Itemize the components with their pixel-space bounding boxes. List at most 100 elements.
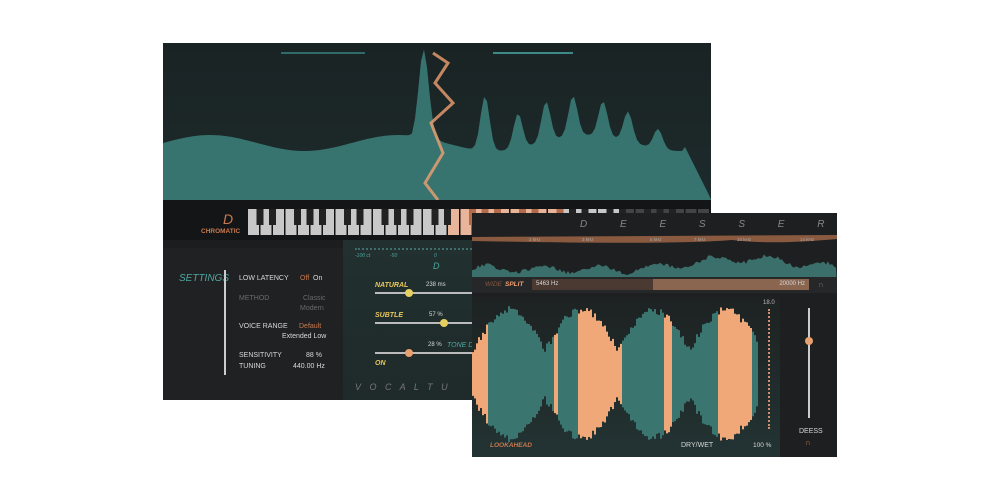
waveform-bar: [668, 316, 670, 432]
subtle-slider-handle[interactable]: [440, 319, 448, 327]
method-classic[interactable]: Classic: [303, 295, 326, 302]
waveform-bar: [756, 342, 758, 407]
waveform-bar: [514, 309, 516, 439]
black-key: [344, 209, 351, 225]
freq-tick: 7 kHz: [694, 237, 706, 242]
drywet-value[interactable]: 100 %: [753, 442, 771, 449]
waveform-bar: [682, 336, 684, 412]
method-label: METHOD: [239, 295, 269, 302]
headphones-icon[interactable]: ∩: [818, 280, 824, 289]
black-key: [444, 209, 451, 225]
waveform-bar: [690, 350, 692, 399]
waveform-bar: [738, 314, 740, 434]
waveform-bar: [552, 337, 554, 411]
waveform-bar: [698, 337, 700, 411]
low-latency-on[interactable]: On: [313, 275, 322, 282]
vocal-tuner-title: V O C A L T U: [355, 382, 451, 392]
waveform-bar: [542, 349, 544, 400]
waveform-bar: [494, 319, 496, 428]
waveform-bar: [634, 326, 636, 422]
sensitivity-value[interactable]: 88 %: [306, 352, 322, 359]
waveform-bar: [556, 333, 558, 414]
waveform-bar: [612, 339, 614, 409]
waveform-bar: [636, 319, 638, 429]
waveform-bar: [526, 324, 528, 425]
waveform-bar: [616, 351, 618, 398]
waveform-bar: [480, 340, 482, 408]
waveform-bar: [524, 321, 526, 428]
waveform-bar: [472, 352, 474, 396]
waveform-bar: [496, 315, 498, 433]
deess-slider[interactable]: [808, 308, 810, 418]
waveform-bar: [666, 315, 668, 434]
black-key: [357, 209, 364, 225]
lookahead-button[interactable]: LOOKAHEAD: [490, 442, 532, 449]
waveform-bar: [700, 333, 702, 416]
waveform-bar: [486, 325, 488, 424]
waveform-bar: [622, 341, 624, 408]
split-high-value[interactable]: 20000 Hz: [779, 281, 805, 287]
tone-on-toggle[interactable]: ON: [375, 360, 386, 367]
voice-range-default[interactable]: Default: [299, 323, 321, 330]
subtle-slider[interactable]: [375, 322, 485, 324]
subtle-label: SUBTLE: [375, 312, 403, 319]
waveform-bar: [740, 322, 742, 425]
waveform-bar: [572, 310, 574, 439]
waveform-bar: [754, 335, 756, 413]
waveform-bar: [750, 328, 752, 420]
deess-headphones-icon[interactable]: ∩: [805, 438, 811, 447]
waveform-bar: [672, 326, 674, 422]
waveform-bar: [644, 312, 646, 436]
mode-wide-button[interactable]: WIDE: [485, 281, 502, 288]
tuning-label: TUNING: [239, 363, 266, 370]
waveform-bar: [506, 313, 508, 436]
waveform-bar: [528, 324, 530, 424]
waveform-bar: [650, 309, 652, 439]
split-low-value[interactable]: 5463 Hz: [536, 281, 558, 287]
waveform-display: 18.0 LOOKAHEAD DRY/WET 100 %: [472, 297, 780, 457]
deess-slider-handle[interactable]: [805, 337, 813, 345]
waveform-bar: [714, 313, 716, 435]
tone-value: 28 %: [428, 342, 442, 348]
waveform-bar: [566, 317, 568, 432]
tuning-value[interactable]: 440.00 Hz: [293, 363, 325, 370]
waveform-bar: [592, 317, 594, 431]
black-key: [307, 209, 314, 225]
waveform-bar: [718, 314, 720, 433]
waveform-bar: [502, 314, 504, 435]
waveform-bar: [686, 347, 688, 402]
low-latency-off[interactable]: Off: [300, 275, 309, 282]
method-modern[interactable]: Modern: [300, 305, 324, 312]
subtle-value: 57 %: [429, 312, 443, 318]
settings-divider: [224, 270, 226, 375]
black-key: [294, 209, 301, 225]
waveform-bar: [694, 343, 696, 405]
tone-slider[interactable]: [375, 352, 485, 354]
waveform-bar: [584, 311, 586, 437]
split-range-bar[interactable]: 5463 Hz 20000 Hz: [532, 279, 809, 290]
waveform-bar: [482, 333, 484, 415]
natural-value: 238 ms: [426, 282, 446, 288]
waveform-bar: [594, 313, 596, 434]
waveform-bar: [550, 344, 552, 404]
scale-selector[interactable]: CHROMATIC: [201, 228, 240, 235]
waveform-bar: [676, 329, 678, 419]
waveform-bar: [588, 311, 590, 437]
waveform-bar: [716, 311, 718, 437]
waveform-bar: [492, 322, 494, 425]
waveform-bar: [564, 316, 566, 432]
waveform-bar: [510, 309, 512, 439]
voice-range-label: VOICE RANGE: [239, 323, 288, 330]
mode-split-button[interactable]: SPLIT: [505, 281, 523, 288]
waveform-bar: [606, 332, 608, 417]
waveform-bar: [626, 335, 628, 412]
natural-slider-handle[interactable]: [405, 289, 413, 297]
natural-slider[interactable]: [375, 292, 485, 294]
voice-range-extended-low[interactable]: Extended Low: [282, 333, 326, 340]
waveform-bar: [692, 347, 694, 400]
waveform-bar: [670, 321, 672, 426]
waveform-bar: [590, 310, 592, 439]
tone-slider-handle[interactable]: [405, 349, 413, 357]
freq-tick: 2 kHz: [529, 237, 541, 242]
waveform-bar: [678, 330, 680, 418]
